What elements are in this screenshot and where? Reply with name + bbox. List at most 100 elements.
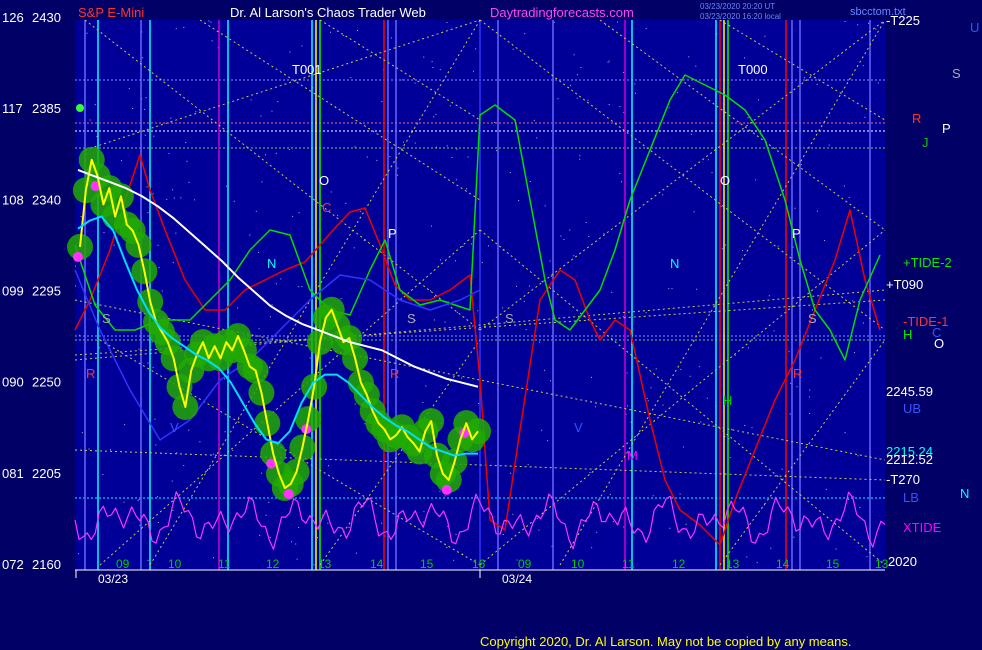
y-tick-price: 2205: [32, 466, 61, 481]
letter-r-3: R: [793, 366, 802, 381]
star: [625, 413, 627, 415]
star: [470, 243, 472, 245]
star: [688, 56, 690, 58]
star: [376, 159, 378, 161]
star: [764, 35, 766, 37]
star: [758, 99, 760, 101]
star: [731, 428, 733, 430]
star: [549, 260, 551, 262]
star: [864, 116, 866, 118]
star: [518, 200, 520, 202]
star: [569, 229, 571, 231]
star: [800, 164, 802, 166]
price-dot: [441, 484, 452, 495]
star: [743, 57, 745, 59]
star: [109, 449, 111, 451]
star: [123, 501, 125, 503]
star: [828, 144, 830, 146]
star: [527, 464, 529, 466]
label-xtide: XTIDE: [903, 520, 942, 535]
star: [690, 133, 692, 135]
star: [431, 225, 433, 227]
star: [820, 357, 822, 359]
star: [175, 28, 177, 30]
star: [789, 413, 791, 415]
star: [547, 440, 549, 442]
star: [751, 427, 753, 429]
star: [862, 65, 864, 67]
star: [742, 250, 744, 252]
star: [645, 27, 647, 29]
star: [137, 500, 139, 502]
star: [295, 543, 297, 545]
star: [591, 547, 593, 549]
star: [744, 425, 746, 427]
star: [330, 31, 332, 33]
star: [695, 65, 697, 67]
star: [446, 145, 448, 147]
star: [269, 316, 271, 318]
star: [857, 24, 859, 26]
star: [389, 156, 391, 158]
x-tick-hour: 13: [875, 557, 889, 571]
star: [696, 288, 698, 290]
star: [166, 198, 168, 200]
star: [848, 197, 850, 199]
star: [168, 152, 170, 154]
y-tick-price: 2430: [32, 10, 61, 25]
star: [747, 117, 749, 119]
star: [414, 82, 416, 84]
star: [81, 432, 83, 434]
star: [612, 520, 614, 522]
letter-t000: T000: [738, 62, 768, 77]
star: [579, 158, 581, 160]
label-r: R: [912, 111, 921, 126]
star: [590, 376, 592, 378]
star: [510, 472, 512, 474]
star: [439, 490, 441, 492]
star: [145, 97, 147, 99]
star: [557, 98, 559, 100]
star: [397, 167, 399, 169]
star: [103, 231, 105, 233]
x-tick-hour: 14: [370, 557, 384, 571]
star: [402, 141, 404, 143]
star: [431, 61, 433, 63]
star: [619, 106, 621, 108]
star: [124, 424, 126, 426]
star: [669, 527, 671, 529]
star: [853, 496, 855, 498]
letter-p-2: P: [792, 226, 801, 241]
label-value-4: 2020: [888, 554, 917, 569]
star: [345, 202, 347, 204]
star: [809, 412, 811, 414]
star: [472, 325, 474, 327]
star: [859, 506, 861, 508]
star: [620, 181, 622, 183]
label-n: N: [960, 486, 969, 501]
star: [422, 521, 424, 523]
star: [553, 21, 555, 23]
star: [550, 275, 552, 277]
star: [120, 159, 122, 161]
site-title: Dr. Al Larson's Chaos Trader Web: [230, 5, 426, 20]
star: [573, 255, 575, 257]
site-link[interactable]: Daytradingforecasts.com: [490, 5, 634, 20]
letter-v-2: V: [574, 420, 583, 435]
star: [679, 493, 681, 495]
star: [175, 232, 177, 234]
star: [847, 498, 849, 500]
star: [607, 61, 609, 63]
star: [875, 28, 877, 30]
y-tick-left: 117: [2, 101, 23, 116]
star: [698, 366, 700, 368]
star: [151, 341, 153, 343]
star: [729, 457, 731, 459]
star: [466, 188, 468, 190]
star: [359, 210, 361, 212]
star: [354, 146, 356, 148]
star: [147, 559, 149, 561]
star: [746, 556, 748, 558]
star: [569, 84, 571, 86]
letter-r-2: R: [390, 366, 399, 381]
